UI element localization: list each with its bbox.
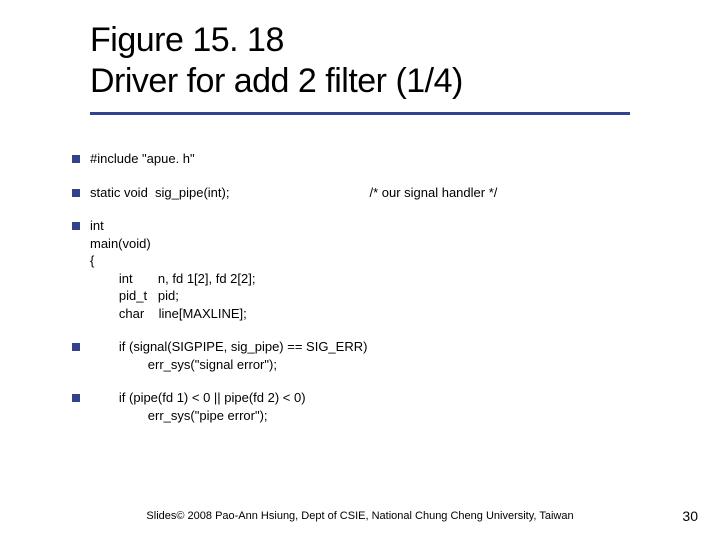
- code-text: static void sig_pipe(int);: [90, 185, 229, 200]
- code-block-pipe: if (pipe(fd 1) < 0 || pipe(fd 2) < 0) er…: [90, 389, 670, 424]
- code-line: static void sig_pipe(int); /* our signal …: [90, 184, 670, 202]
- page-number: 30: [682, 508, 698, 524]
- code-block-main: int main(void) { int n, fd 1[2], fd 2[2]…: [90, 217, 670, 322]
- slide: Figure 15. 18 Driver for add 2 filter (1…: [0, 0, 720, 540]
- code-line: {: [90, 252, 670, 270]
- code-comment: /* our signal handler */: [369, 185, 497, 200]
- slide-body: #include "apue. h" static void sig_pipe(…: [90, 150, 670, 425]
- code-line: if (signal(SIGPIPE, sig_pipe) == SIG_ERR…: [90, 338, 670, 356]
- code-line: if (pipe(fd 1) < 0 || pipe(fd 2) < 0): [90, 389, 670, 407]
- code-block-include: #include "apue. h": [90, 150, 670, 168]
- footer-text: Slides© 2008 Pao-Ann Hsiung, Dept of CSI…: [0, 510, 720, 522]
- code-line: char line[MAXLINE];: [90, 305, 670, 323]
- code-line: err_sys("pipe error");: [90, 407, 670, 425]
- bullet-icon: [72, 394, 80, 402]
- title-line-1: Figure 15. 18: [90, 20, 660, 61]
- code-line: err_sys("signal error");: [90, 356, 670, 374]
- code-line: pid_t pid;: [90, 287, 670, 305]
- code-block-signal: if (signal(SIGPIPE, sig_pipe) == SIG_ERR…: [90, 338, 670, 373]
- code-line: int: [90, 217, 670, 235]
- bullet-icon: [72, 343, 80, 351]
- bullet-icon: [72, 222, 80, 230]
- title-line-2: Driver for add 2 filter (1/4): [90, 61, 660, 102]
- slide-title: Figure 15. 18 Driver for add 2 filter (1…: [90, 20, 660, 102]
- code-line: #include "apue. h": [90, 150, 670, 168]
- title-underline: [90, 112, 630, 115]
- code-line: int n, fd 1[2], fd 2[2];: [90, 270, 670, 288]
- bullet-icon: [72, 189, 80, 197]
- code-line: main(void): [90, 235, 670, 253]
- bullet-icon: [72, 155, 80, 163]
- code-block-decl: static void sig_pipe(int); /* our signal …: [90, 184, 670, 202]
